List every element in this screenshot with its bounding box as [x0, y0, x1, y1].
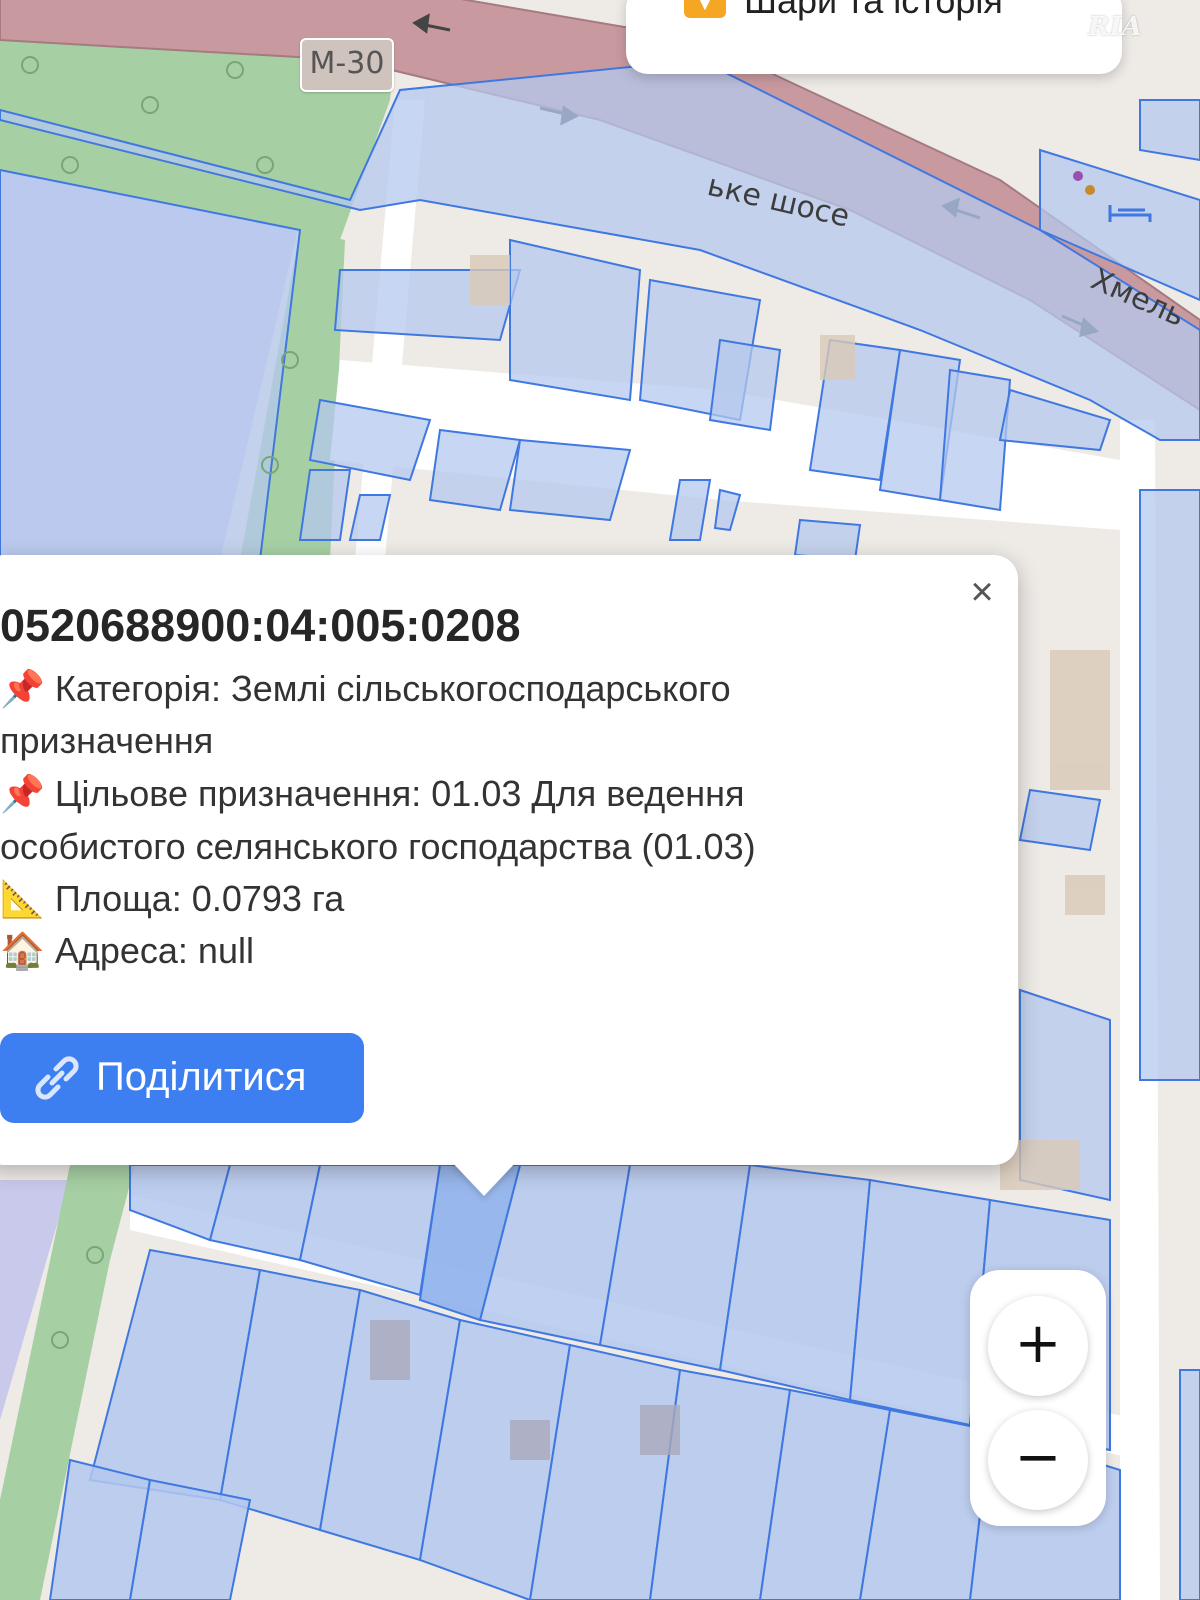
link-icon — [35, 1056, 79, 1100]
popup-pointer — [450, 1160, 518, 1196]
layers-history-button[interactable]: ▼ Шари та історія — [626, 0, 1122, 74]
purpose-text: Цільове призначення: 01.03 Для ведення — [54, 773, 745, 814]
parcel-cadastral-number: 0520688900:04:005:0208 — [0, 600, 521, 651]
watermark-logo: RIA — [1088, 12, 1142, 42]
poi-marker[interactable] — [1073, 171, 1083, 181]
pushpin-icon: 📌 — [0, 668, 45, 709]
route-shield: M-30 — [300, 38, 394, 92]
chevron-down-icon: ▼ — [684, 0, 726, 18]
zoom-controls: + − — [970, 1270, 1106, 1526]
zoom-out-button[interactable]: − — [988, 1410, 1088, 1510]
house-icon: 🏠 — [0, 930, 45, 971]
poi-marker[interactable] — [1085, 185, 1095, 195]
triangular-ruler-icon: 📐 — [0, 878, 45, 919]
purpose-line: 📌 Цільове призначення: 01.03 Для ведення — [0, 773, 745, 815]
category-line: 📌 Категорія: Землі сільськогосподарськог… — [0, 668, 731, 710]
address-text: Адреса: null — [54, 930, 254, 971]
area-line: 📐 Площа: 0.0793 га — [0, 878, 344, 920]
address-line: 🏠 Адреса: null — [0, 930, 254, 972]
category-text: Категорія: Землі сільськогосподарського — [54, 668, 731, 709]
cadastral-parcels-lower — [48, 1163, 1121, 1600]
layers-history-label: Шари та історія — [744, 0, 1003, 21]
purpose-text-continued: особистого селянського господарства (01.… — [0, 826, 756, 867]
category-line-continued: призначення — [0, 720, 213, 762]
purpose-line-continued: особистого селянського господарства (01.… — [0, 826, 756, 868]
category-text-continued: призначення — [0, 720, 214, 761]
zoom-in-button[interactable]: + — [988, 1296, 1088, 1396]
area-text: Площа: 0.0793 га — [54, 878, 345, 919]
share-button[interactable]: Поділитися — [0, 1033, 364, 1123]
close-button[interactable]: × — [962, 570, 1002, 614]
pushpin-icon: 📌 — [0, 773, 45, 814]
share-label: Поділитися — [96, 1055, 307, 1099]
